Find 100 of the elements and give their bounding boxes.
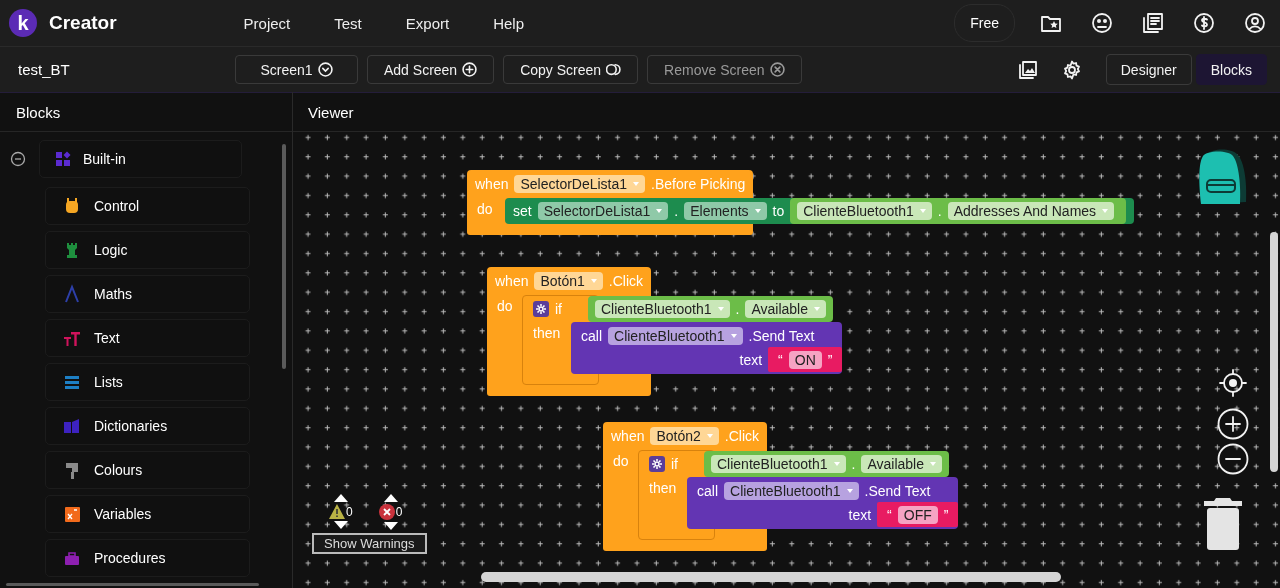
block-label: text [739, 351, 763, 368]
collapse-icon[interactable] [10, 151, 26, 167]
category-label: Control [94, 198, 140, 214]
menu-item[interactable]: Help [493, 14, 524, 32]
menu-item[interactable]: Export [405, 14, 450, 32]
screen-button[interactable]: Add Screen [367, 55, 495, 84]
dropdown-field[interactable]: Elements [684, 202, 767, 220]
scrollbar[interactable] [282, 144, 286, 369]
category-item[interactable]: Lists [45, 363, 250, 401]
category-label: Dictionaries [94, 418, 168, 434]
panel-title: Viewer [293, 92, 1280, 132]
block-label: do [496, 297, 514, 314]
category-item[interactable]: Dictionaries [45, 407, 250, 445]
category-item[interactable]: Variables [45, 495, 250, 533]
scrollbar[interactable] [481, 572, 1061, 582]
category-label: Maths [94, 286, 133, 302]
block-label: ” [943, 506, 949, 523]
dropdown-field[interactable]: Botón1 [534, 272, 603, 290]
block-label: . [735, 301, 740, 317]
error-icon [378, 504, 395, 520]
menu-item[interactable]: Project [243, 14, 291, 32]
settings-icon[interactable] [1061, 59, 1082, 80]
dropdown-field[interactable]: ClienteBluetooth1 [797, 202, 932, 220]
category-label: Procedures [94, 550, 166, 566]
dropdown-field[interactable]: ClienteBluetooth1 [711, 455, 846, 473]
down-arrow-icon[interactable] [333, 521, 348, 529]
face-icon[interactable] [1091, 12, 1113, 34]
up-arrow-icon[interactable] [333, 494, 348, 502]
block-label: do [612, 452, 630, 469]
dollar-icon[interactable] [1193, 12, 1215, 34]
block-label: . [674, 203, 679, 219]
block-label: when [475, 176, 509, 192]
category-item[interactable]: Procedures [45, 539, 250, 577]
block-label: ” [827, 351, 833, 368]
warning-count: 0 [346, 504, 353, 519]
screen-button[interactable]: Screen1 [235, 55, 358, 84]
dropdown-field[interactable]: Addresses And Names [947, 202, 1115, 220]
dropdown-field[interactable]: Available [745, 300, 826, 318]
down-arrow-icon[interactable] [383, 522, 398, 530]
menu-item[interactable]: Test [334, 14, 362, 32]
account-icon[interactable] [1244, 12, 1266, 34]
block-label: .Click [724, 428, 760, 444]
recenter-icon[interactable] [1219, 369, 1247, 397]
category-item[interactable]: Maths [45, 275, 250, 313]
show-warnings-button[interactable]: Show Warnings [312, 533, 427, 554]
category-label: Logic [94, 242, 128, 258]
category-label: Colours [94, 462, 143, 478]
app-logo: k [9, 9, 37, 37]
category-label: Text [94, 330, 120, 346]
dropdown-field[interactable]: ClienteBluetooth1 [724, 481, 859, 500]
panel-title: Blocks [0, 92, 292, 132]
block-label: .Send Text [748, 327, 815, 344]
scrollbar[interactable] [6, 583, 259, 586]
trash-icon[interactable] [1202, 498, 1244, 552]
zoom-in-icon[interactable] [1217, 408, 1249, 440]
block-label: .Send Text [864, 482, 931, 499]
up-arrow-icon[interactable] [383, 494, 398, 502]
category-item[interactable]: Text [45, 319, 250, 357]
dropdown-field[interactable]: Botón2 [650, 427, 719, 445]
dropdown-field[interactable]: ClienteBluetooth1 [608, 326, 743, 345]
error-count: 0 [395, 505, 403, 519]
plan-badge[interactable]: Free [954, 4, 1015, 42]
category-item[interactable]: Control [45, 187, 250, 225]
block-label: if [555, 301, 562, 317]
app-name: Creator [49, 12, 117, 34]
dropdown-field[interactable]: SelectorDeLista1 [514, 175, 646, 193]
screen-button[interactable]: Copy Screen [503, 55, 639, 84]
block-label: call [581, 327, 602, 344]
scrollbar[interactable] [1270, 232, 1278, 472]
category-item[interactable]: Colours [45, 451, 250, 489]
gear-icon[interactable] [649, 456, 665, 472]
block-label: set [513, 203, 532, 219]
dropdown-icon [317, 62, 333, 77]
block-label: . [851, 456, 856, 472]
category-label: Built-in [83, 151, 126, 167]
view-tab[interactable]: Designer [1105, 54, 1192, 85]
category-item[interactable]: Logic [45, 231, 250, 269]
block-label: to [772, 203, 785, 219]
gear-icon[interactable] [533, 301, 549, 317]
view-tab[interactable]: Blocks [1195, 54, 1267, 85]
block-label: when [611, 428, 645, 444]
block-label: .Before Picking [651, 176, 746, 192]
remove-icon [769, 62, 785, 77]
add-icon [462, 62, 478, 77]
block-label: do [476, 200, 494, 217]
zoom-out-icon[interactable] [1217, 443, 1249, 475]
block-label: .Click [608, 273, 644, 289]
block-label: when [495, 273, 529, 289]
text-field[interactable]: OFF [897, 505, 938, 524]
dropdown-field[interactable]: ClienteBluetooth1 [595, 300, 730, 318]
dropdown-field[interactable]: Available [861, 455, 942, 473]
block-label: then [532, 324, 562, 341]
copy-icon [606, 62, 622, 77]
gallery-icon[interactable] [1017, 59, 1038, 80]
dropdown-field[interactable]: SelectorDeLista1 [537, 202, 669, 220]
block-label: if [671, 456, 678, 472]
documents-icon[interactable] [1142, 12, 1164, 34]
block-label: text [848, 506, 872, 523]
category-item[interactable]: Built-in [39, 140, 242, 178]
text-field[interactable]: ON [788, 350, 822, 369]
